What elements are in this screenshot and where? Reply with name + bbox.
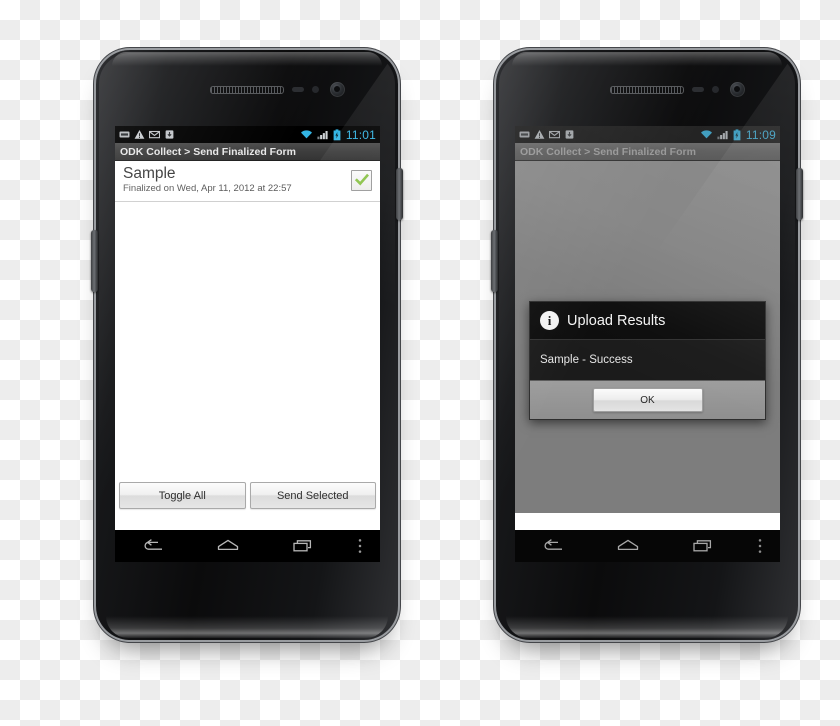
nav-recents-button[interactable] <box>665 538 740 554</box>
dialog-title-text: Upload Results <box>567 312 666 329</box>
nav-back-button[interactable] <box>515 538 590 554</box>
menu-icon <box>758 539 762 553</box>
dialog-message: Sample - Success <box>540 354 633 366</box>
menu-icon <box>358 539 362 553</box>
battery-icon <box>333 128 341 140</box>
list-item-subtitle: Finalized on Wed, Apr 11, 2012 at 22:57 <box>123 182 292 194</box>
status-clock: 11:01 <box>345 127 376 142</box>
proximity-sensor-icon <box>292 87 304 92</box>
device-rim-bottom <box>106 616 388 638</box>
recents-icon <box>692 540 711 552</box>
app-title-bar: ODK Collect > Send Finalized Form <box>515 143 780 161</box>
light-sensor-icon <box>712 86 719 93</box>
nav-home-button[interactable] <box>190 538 265 554</box>
nav-home-button[interactable] <box>590 538 665 554</box>
status-clock: 11:09 <box>745 127 776 142</box>
send-selected-button[interactable]: Send Selected <box>249 482 376 509</box>
action-button-bar: Toggle All Send Selected <box>115 481 380 513</box>
home-icon <box>217 539 238 551</box>
usb-icon <box>519 131 530 138</box>
app-title-text: ODK Collect > Send Finalized Form <box>120 145 296 158</box>
mail-icon <box>149 130 160 139</box>
upload-results-dialog: i Upload Results Sample - Success OK <box>529 301 766 420</box>
form-list: Sample Finalized on Wed, Apr 11, 2012 at… <box>115 161 380 513</box>
proximity-sensor-icon <box>692 87 704 92</box>
volume-button[interactable] <box>491 230 498 292</box>
phone-device-right: 11:09 ODK Collect > Send Finalized Form … <box>491 50 803 640</box>
dimmed-form-list: i Upload Results Sample - Success OK <box>515 161 780 513</box>
dialog-body: Sample - Success <box>530 340 765 380</box>
list-item[interactable]: Sample Finalized on Wed, Apr 11, 2012 at… <box>115 161 380 203</box>
app-title-text: ODK Collect > Send Finalized Form <box>520 145 696 158</box>
home-icon <box>617 539 638 551</box>
nav-recents-button[interactable] <box>265 538 340 554</box>
phone-device-left: 11:01 ODK Collect > Send Finalized Form … <box>91 50 403 640</box>
navigation-bar <box>515 530 780 562</box>
phone-screen-left: 11:01 ODK Collect > Send Finalized Form … <box>115 126 380 562</box>
warning-icon <box>134 130 145 139</box>
download-icon <box>565 130 574 139</box>
battery-icon <box>733 128 741 140</box>
light-sensor-icon <box>312 86 319 93</box>
usb-icon <box>119 131 130 138</box>
signal-icon <box>317 131 328 140</box>
earpiece-speaker-icon <box>210 86 284 94</box>
front-camera-icon <box>330 82 345 97</box>
status-notification-icons <box>519 129 575 140</box>
wifi-icon <box>300 130 312 139</box>
back-icon <box>544 539 562 550</box>
device-rim-bottom <box>506 616 788 638</box>
power-button[interactable] <box>796 168 803 220</box>
status-bar: 11:09 <box>515 126 780 143</box>
nav-menu-button[interactable] <box>740 537 780 555</box>
nav-back-button[interactable] <box>115 538 190 554</box>
info-icon: i <box>540 311 559 330</box>
status-bar: 11:01 <box>115 126 380 143</box>
back-icon <box>144 539 162 550</box>
nav-menu-button[interactable] <box>340 537 380 555</box>
dialog-ok-button[interactable]: OK <box>592 388 703 412</box>
front-camera-icon <box>730 82 745 97</box>
volume-button[interactable] <box>91 230 98 292</box>
download-icon <box>165 130 174 139</box>
earpiece-speaker-icon <box>610 86 684 94</box>
navigation-bar <box>115 530 380 562</box>
power-button[interactable] <box>396 168 403 220</box>
signal-icon <box>717 131 728 140</box>
wifi-icon <box>700 130 712 139</box>
device-top-bezel <box>496 50 798 125</box>
toggle-all-button[interactable]: Toggle All <box>119 482 246 509</box>
checkmark-icon <box>354 173 369 186</box>
app-title-bar: ODK Collect > Send Finalized Form <box>115 143 380 161</box>
status-system-icons: 11:01 <box>300 128 376 142</box>
list-item-texts: Sample Finalized on Wed, Apr 11, 2012 at… <box>123 165 292 194</box>
recents-icon <box>292 540 311 552</box>
scene: 11:01 ODK Collect > Send Finalized Form … <box>0 0 840 726</box>
warning-icon <box>534 130 545 139</box>
dialog-title-row: i Upload Results <box>530 302 765 340</box>
dialog-footer: OK <box>530 380 765 419</box>
list-item-title: Sample <box>123 165 176 182</box>
status-system-icons: 11:09 <box>700 128 776 142</box>
device-top-bezel <box>96 50 398 125</box>
mail-icon <box>549 130 560 139</box>
list-item-checkbox[interactable] <box>351 169 372 191</box>
phone-screen-right: 11:09 ODK Collect > Send Finalized Form … <box>515 126 780 562</box>
status-notification-icons <box>119 129 175 140</box>
